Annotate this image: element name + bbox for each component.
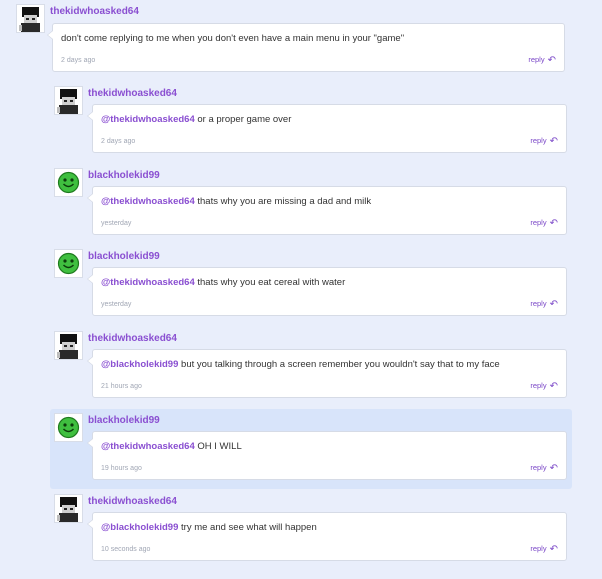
comment-body: or a proper game over xyxy=(194,114,292,125)
comment-bubble: don't come replying to me when you don't… xyxy=(47,23,565,72)
reply-arrow-icon: ↶ xyxy=(549,299,558,310)
avatar[interactable] xyxy=(54,168,83,197)
reply-label: reply xyxy=(530,381,547,390)
reply-button[interactable]: reply ↶ xyxy=(530,218,558,229)
green-smiley-icon xyxy=(55,250,82,277)
comment-bubble: @thekidwhoasked64 or a proper game over … xyxy=(87,104,567,153)
mention-link[interactable]: @thekidwhoasked64 xyxy=(101,277,195,288)
timestamp: 10 seconds ago xyxy=(101,546,151,553)
blocky-avatar-icon xyxy=(17,5,44,32)
avatar[interactable] xyxy=(54,249,83,278)
avatar[interactable] xyxy=(54,413,83,442)
timestamp: yesterday xyxy=(101,220,132,227)
reply-label: reply xyxy=(530,136,547,145)
avatar[interactable] xyxy=(16,4,45,33)
blocky-avatar-icon xyxy=(55,332,82,359)
comment-body: try me and see what will happen xyxy=(178,522,317,533)
reply-label: reply xyxy=(530,463,547,472)
reply-button[interactable]: reply ↶ xyxy=(530,299,558,310)
reply-button[interactable]: reply ↶ xyxy=(530,544,558,555)
blocky-avatar-icon xyxy=(55,87,82,114)
green-smiley-icon xyxy=(55,414,82,441)
comment-body: don't come replying to me when you don't… xyxy=(61,33,405,44)
reply-arrow-icon: ↶ xyxy=(549,544,558,555)
mention-link[interactable]: @thekidwhoasked64 xyxy=(101,114,195,125)
mention-link[interactable]: @blackholekid99 xyxy=(101,359,178,370)
reply-label: reply xyxy=(528,55,545,64)
reply-label: reply xyxy=(530,544,547,553)
timestamp: 2 days ago xyxy=(61,57,96,64)
blocky-avatar-icon xyxy=(55,495,82,522)
reply-arrow-icon: ↶ xyxy=(549,381,558,392)
comment-bubble: @thekidwhoasked64 thats why you eat cere… xyxy=(87,267,567,316)
reply-arrow-icon: ↶ xyxy=(549,218,558,229)
comment-body: OH I WILL xyxy=(194,441,242,452)
comment-text: @thekidwhoasked64 OH I WILL xyxy=(101,441,242,452)
comment-text: @thekidwhoasked64 thats why you are miss… xyxy=(101,196,371,207)
reply-arrow-icon: ↶ xyxy=(549,463,558,474)
comment-text: don't come replying to me when you don't… xyxy=(61,33,404,44)
comment-bubble: @thekidwhoasked64 OH I WILL 19 hours ago… xyxy=(87,431,567,480)
comment-text: @blackholekid99 try me and see what will… xyxy=(101,522,317,533)
username[interactable]: thekidwhoasked64 xyxy=(88,496,177,507)
username[interactable]: thekidwhoasked64 xyxy=(88,333,177,344)
timestamp: yesterday xyxy=(101,301,132,308)
mention-link[interactable]: @blackholekid99 xyxy=(101,522,178,533)
timestamp: 19 hours ago xyxy=(101,465,142,472)
username[interactable]: blackholekid99 xyxy=(88,170,160,181)
green-smiley-icon xyxy=(55,169,82,196)
avatar[interactable] xyxy=(54,86,83,115)
reply-label: reply xyxy=(530,218,547,227)
username[interactable]: blackholekid99 xyxy=(88,415,160,426)
comment-bubble: @blackholekid99 try me and see what will… xyxy=(87,512,567,561)
reply-button[interactable]: reply ↶ xyxy=(528,55,556,66)
comment-text: @thekidwhoasked64 thats why you eat cere… xyxy=(101,277,345,288)
comment-bubble: @blackholekid99 but you talking through … xyxy=(87,349,567,398)
timestamp: 2 days ago xyxy=(101,138,136,145)
comment-text: @blackholekid99 but you talking through … xyxy=(101,359,500,370)
comment-bubble: @thekidwhoasked64 thats why you are miss… xyxy=(87,186,567,235)
avatar[interactable] xyxy=(54,331,83,360)
reply-button[interactable]: reply ↶ xyxy=(530,381,558,392)
reply-arrow-icon: ↶ xyxy=(547,55,556,66)
username[interactable]: thekidwhoasked64 xyxy=(88,88,177,99)
reply-arrow-icon: ↶ xyxy=(549,136,558,147)
comment-body: thats why you are missing a dad and milk xyxy=(194,196,372,207)
username[interactable]: blackholekid99 xyxy=(88,251,160,262)
reply-button[interactable]: reply ↶ xyxy=(530,463,558,474)
comment-body: thats why you eat cereal with water xyxy=(194,277,346,288)
reply-label: reply xyxy=(530,299,547,308)
timestamp: 21 hours ago xyxy=(101,383,142,390)
reply-button[interactable]: reply ↶ xyxy=(530,136,558,147)
comment-body: but you talking through a screen remembe… xyxy=(178,359,500,370)
mention-link[interactable]: @thekidwhoasked64 xyxy=(101,441,195,452)
comment-text: @thekidwhoasked64 or a proper game over xyxy=(101,114,291,125)
mention-link[interactable]: @thekidwhoasked64 xyxy=(101,196,195,207)
avatar[interactable] xyxy=(54,494,83,523)
username[interactable]: thekidwhoasked64 xyxy=(50,6,139,17)
